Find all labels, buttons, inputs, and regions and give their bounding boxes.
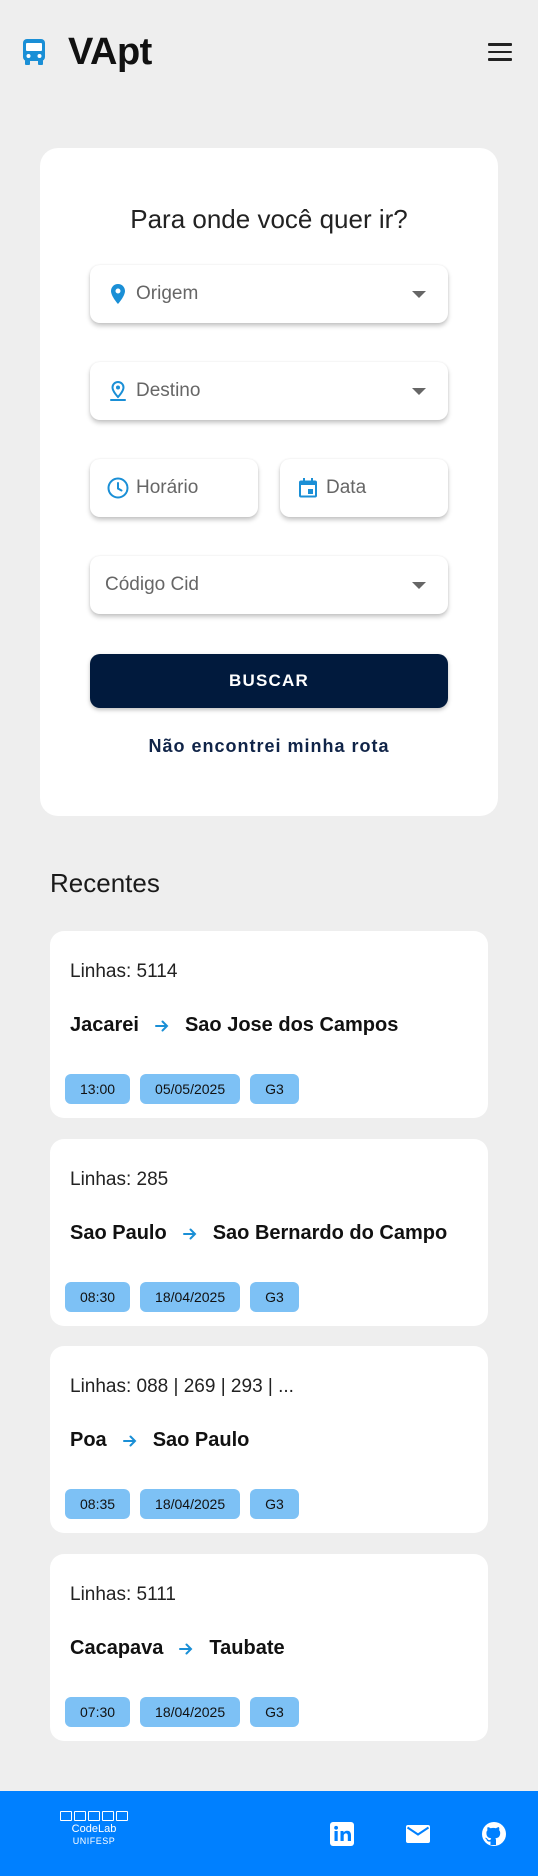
route-destination: Taubate bbox=[209, 1637, 285, 1659]
search-card: Para onde você quer ir? Origem Destino H… bbox=[40, 148, 498, 816]
route-tags: 08:35 18/04/2025 G3 bbox=[65, 1489, 299, 1519]
logo-line1: CodeLab bbox=[71, 1822, 117, 1835]
codigo-placeholder: Código Cid bbox=[105, 574, 199, 595]
recent-route-card[interactable]: Linhas: 088 | 269 | 293 | ... Poa Sao Pa… bbox=[50, 1346, 488, 1533]
recent-heading: Recentes bbox=[50, 868, 160, 898]
origem-placeholder: Origem bbox=[136, 283, 199, 304]
route-path: Poa Sao Paulo bbox=[70, 1429, 249, 1452]
route-origin: Poa bbox=[70, 1429, 107, 1451]
date-badge: 18/04/2025 bbox=[140, 1489, 241, 1519]
horario-placeholder: Horário bbox=[136, 477, 199, 498]
chevron-down-icon bbox=[412, 581, 426, 589]
route-lines: Linhas: 088 | 269 | 293 | ... bbox=[70, 1376, 294, 1397]
social-links bbox=[328, 1820, 508, 1848]
app-header: VApt bbox=[0, 0, 538, 104]
route-path: Cacapava Taubate bbox=[70, 1637, 285, 1660]
arrow-right-icon bbox=[122, 1435, 137, 1446]
route-destination: Sao Bernardo do Campo bbox=[212, 1222, 448, 1244]
group-badge: G3 bbox=[250, 1074, 299, 1104]
route-lines: Linhas: 285 bbox=[70, 1169, 169, 1190]
date-badge: 05/05/2025 bbox=[140, 1074, 241, 1104]
group-badge: G3 bbox=[250, 1489, 299, 1519]
time-badge: 13:00 bbox=[65, 1074, 131, 1104]
horario-field[interactable]: Horário bbox=[90, 459, 258, 517]
destino-select[interactable]: Destino bbox=[90, 362, 448, 420]
app-title: VApt bbox=[68, 30, 152, 73]
logo-line2: UNIFESP bbox=[72, 1835, 116, 1846]
route-destination: Sao Jose dos Campos bbox=[184, 1014, 399, 1036]
mail-icon[interactable] bbox=[404, 1820, 432, 1848]
github-icon[interactable] bbox=[480, 1820, 508, 1848]
origem-select[interactable]: Origem bbox=[90, 265, 448, 323]
brand: VApt bbox=[22, 31, 152, 74]
bus-icon bbox=[23, 39, 45, 65]
route-lines: Linhas: 5114 bbox=[70, 961, 178, 982]
route-origin: Jacarei bbox=[70, 1014, 139, 1036]
data-placeholder: Data bbox=[326, 477, 367, 498]
arrow-right-icon bbox=[154, 1020, 169, 1031]
group-badge: G3 bbox=[250, 1282, 299, 1312]
calendar-icon bbox=[299, 478, 317, 498]
arrow-right-icon bbox=[182, 1228, 197, 1239]
recent-route-card[interactable]: Linhas: 5111 Cacapava Taubate 07:30 18/0… bbox=[50, 1554, 488, 1741]
no-route-link[interactable]: Não encontrei minha rota bbox=[40, 736, 498, 757]
clock-icon bbox=[107, 477, 129, 499]
recent-route-card[interactable]: Linhas: 5114 Jacarei Sao Jose dos Campos… bbox=[50, 931, 488, 1118]
time-badge: 08:30 bbox=[65, 1282, 131, 1312]
search-title: Para onde você quer ir? bbox=[130, 204, 408, 234]
route-tags: 08:30 18/04/2025 G3 bbox=[65, 1282, 299, 1312]
route-origin: Cacapava bbox=[70, 1637, 164, 1659]
route-origin: Sao Paulo bbox=[70, 1222, 167, 1244]
route-lines: Linhas: 5111 bbox=[70, 1584, 176, 1605]
codelab-logo-boxes bbox=[60, 1810, 128, 1821]
route-tags: 13:00 05/05/2025 G3 bbox=[65, 1074, 299, 1104]
codelab-logo: CodeLab UNIFESP bbox=[58, 1810, 130, 1857]
chevron-down-icon bbox=[412, 290, 426, 298]
hamburger-menu-icon[interactable] bbox=[488, 38, 516, 66]
route-tags: 07:30 18/04/2025 G3 bbox=[65, 1697, 299, 1727]
app-footer: CodeLab UNIFESP bbox=[0, 1791, 538, 1876]
route-path: Sao Paulo Sao Bernardo do Campo bbox=[70, 1222, 447, 1245]
group-badge: G3 bbox=[250, 1697, 299, 1727]
date-badge: 18/04/2025 bbox=[140, 1697, 241, 1727]
linkedin-icon[interactable] bbox=[328, 1820, 356, 1848]
buscar-button[interactable]: BUSCAR bbox=[90, 654, 448, 708]
data-field[interactable]: Data bbox=[280, 459, 448, 517]
date-badge: 18/04/2025 bbox=[140, 1282, 241, 1312]
location-pin-icon bbox=[111, 284, 125, 304]
time-badge: 08:35 bbox=[65, 1489, 131, 1519]
time-badge: 07:30 bbox=[65, 1697, 131, 1727]
route-path: Jacarei Sao Jose dos Campos bbox=[70, 1014, 398, 1037]
recent-route-card[interactable]: Linhas: 285 Sao Paulo Sao Bernardo do Ca… bbox=[50, 1139, 488, 1326]
codigo-cid-select[interactable]: Código Cid bbox=[90, 556, 448, 614]
route-destination: Sao Paulo bbox=[152, 1429, 250, 1451]
destino-placeholder: Destino bbox=[136, 380, 201, 401]
pin-drop-icon bbox=[110, 380, 126, 401]
arrow-right-icon bbox=[179, 1643, 193, 1654]
chevron-down-icon bbox=[412, 387, 426, 395]
